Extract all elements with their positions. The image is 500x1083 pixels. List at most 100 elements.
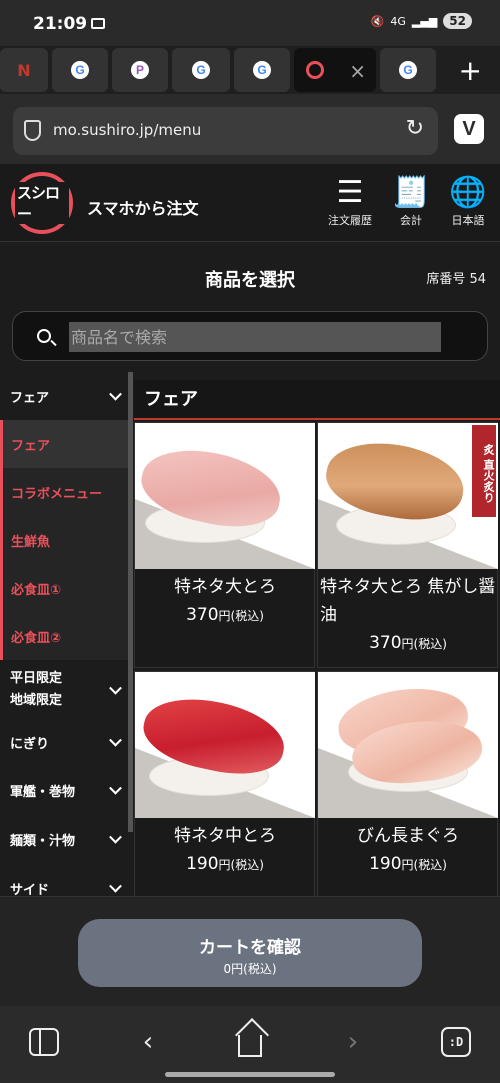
chevron-down-icon <box>109 733 122 747</box>
url-text: mo.sushiro.jp/menu <box>53 121 202 139</box>
pokemon-icon: P <box>131 61 149 79</box>
battery-badge: 52 <box>443 13 472 29</box>
chevron-down-icon <box>109 387 122 401</box>
panel-icon <box>29 1028 59 1056</box>
checkout-label: 会計 <box>400 214 422 227</box>
category-label: コラボメニュー <box>11 486 103 502</box>
chevron-down-icon <box>109 879 122 893</box>
tab-3[interactable]: P <box>112 48 168 92</box>
home-indicator[interactable] <box>165 1072 335 1077</box>
section-title: フェア <box>134 380 500 420</box>
price-unit: 円(税込) <box>218 609 264 623</box>
status-icons: 🔇 4G ▂▄▆ 52 <box>371 13 472 29</box>
product-card[interactable]: 特ネタ大とろ 370円(税込) <box>134 422 315 668</box>
product-price: 190円(税込) <box>135 854 315 874</box>
logo-text: スシロー <box>15 182 69 224</box>
product-name: 特ネタ中とろ <box>174 826 276 846</box>
browser-bottom-nav: ‹ › :D <box>0 1006 500 1083</box>
category-sidebar: フェア フェア コラボメニュー 生鮮魚 必食皿① 必食皿② 平日限定 地域限定 … <box>0 372 128 896</box>
category-collab[interactable]: コラボメニュー <box>0 468 128 516</box>
google-icon: G <box>399 61 417 79</box>
category-label: フェア <box>11 438 51 454</box>
language-button[interactable]: 🌐 日本語 <box>440 172 496 236</box>
price-unit: 円(税込) <box>218 858 264 872</box>
tab-2[interactable]: G <box>52 48 108 92</box>
price-value: 190 <box>186 854 219 874</box>
home-button[interactable] <box>230 1022 270 1062</box>
category-fair[interactable]: フェア <box>0 420 128 468</box>
signal-icon: ▂▄▆ <box>411 14 438 28</box>
vivaldi-menu-icon[interactable]: V <box>454 114 484 144</box>
category-label: フェア <box>10 390 50 406</box>
tab-1[interactable]: N <box>0 48 48 92</box>
tab-5[interactable]: G <box>234 48 290 92</box>
product-card[interactable]: 炙 直火炙り 特ネタ大とろ 焦がし醤油 370円(税込) <box>317 422 498 668</box>
sushiro-icon <box>306 61 324 79</box>
category-label: 生鮮魚 <box>11 534 51 550</box>
tab-4[interactable]: G <box>172 48 230 92</box>
category-label: 平日限定 地域限定 <box>10 671 63 708</box>
product-image-binnaga <box>318 672 498 818</box>
category-label: 必食皿① <box>11 582 62 598</box>
category-gunkan[interactable]: 軍艦・巻物 <box>0 766 128 814</box>
google-icon: G <box>192 61 210 79</box>
category-nigiri[interactable]: にぎり <box>0 718 128 766</box>
category-label: 軍艦・巻物 <box>10 784 76 800</box>
home-icon <box>238 1035 262 1057</box>
price-unit: 円(税込) <box>401 637 447 651</box>
site-header: スシロー スマホから注文 ☰ 注文履歴 🧾 会計 🌐 日本語 <box>0 164 500 242</box>
tab-active-sushiro[interactable]: × <box>294 48 376 92</box>
aburi-badge: 炙 直火炙り <box>472 425 496 517</box>
search-input[interactable] <box>69 322 441 352</box>
product-image-aburi-otoro: 炙 直火炙り <box>318 423 498 569</box>
order-history-button[interactable]: ☰ 注文履歴 <box>322 172 378 236</box>
panel-button[interactable] <box>24 1022 64 1062</box>
back-button[interactable]: ‹ <box>128 1022 168 1062</box>
category-must-eat-2[interactable]: 必食皿② <box>0 612 128 660</box>
title-row: 商品を選択 席番号 54 <box>0 242 500 310</box>
sidebar-scrollbar[interactable] <box>128 372 133 832</box>
new-tab-button[interactable]: + <box>459 54 482 87</box>
category-noodles[interactable]: 麺類・汁物 <box>0 815 128 863</box>
price-value: 370 <box>369 633 402 653</box>
category-limited[interactable]: 平日限定 地域限定 <box>0 664 128 716</box>
reload-icon[interactable]: ↻ <box>406 116 424 141</box>
forward-button[interactable]: › <box>333 1022 373 1062</box>
product-image-otoro <box>135 423 315 569</box>
cart-label: カートを確認 <box>199 938 301 958</box>
order-history-label: 注文履歴 <box>328 214 372 227</box>
view-cart-button[interactable]: カートを確認 0円(税込) <box>78 919 422 987</box>
category-fair-group[interactable]: フェア <box>0 372 128 420</box>
product-area: フェア 特ネタ大とろ 370円(税込) 炙 直火炙り 特ネタ大とろ 焦がし醤油 … <box>134 372 500 896</box>
chevron-down-icon <box>109 681 122 695</box>
receipt-yen-icon: 🧾 <box>392 174 430 210</box>
cart-total: 0円(税込) <box>223 962 277 976</box>
close-tab-icon[interactable]: × <box>349 59 366 83</box>
page-title: 商品を選択 <box>205 270 295 291</box>
category-label: 必食皿② <box>11 630 62 646</box>
network-label: 4G <box>390 14 406 28</box>
chevron-down-icon <box>109 830 122 844</box>
category-must-eat-1[interactable]: 必食皿① <box>0 564 128 612</box>
price-value: 190 <box>369 854 402 874</box>
status-bar: 21:09 🔇 4G ▂▄▆ 52 <box>0 0 500 46</box>
speed-dial-button[interactable]: :D <box>436 1022 476 1062</box>
chevron-right-icon: › <box>347 1027 359 1057</box>
mute-icon: 🔇 <box>370 14 385 28</box>
category-side[interactable]: サイド <box>0 864 128 896</box>
product-name: びん長まぐろ <box>357 826 459 846</box>
speed-dial-icon: :D <box>441 1027 471 1057</box>
tab-7[interactable]: G <box>380 48 436 92</box>
search-icon <box>37 329 51 343</box>
list-icon: ☰ <box>336 174 364 210</box>
product-name: 特ネタ大とろ 焦がし醤油 <box>320 577 496 625</box>
checkout-button[interactable]: 🧾 会計 <box>383 172 439 236</box>
product-card[interactable]: 特ネタ中とろ 190円(税込) <box>134 671 315 896</box>
address-bar[interactable]: mo.sushiro.jp/menu ↻ <box>13 107 438 155</box>
product-image-chutoro <box>135 672 315 818</box>
category-fresh-fish[interactable]: 生鮮魚 <box>0 516 128 564</box>
chevron-down-icon <box>109 781 122 795</box>
sushiro-logo[interactable]: スシロー <box>11 172 73 234</box>
product-price: 370円(税込) <box>135 605 315 625</box>
product-card[interactable]: びん長まぐろ 190円(税込) <box>317 671 498 896</box>
